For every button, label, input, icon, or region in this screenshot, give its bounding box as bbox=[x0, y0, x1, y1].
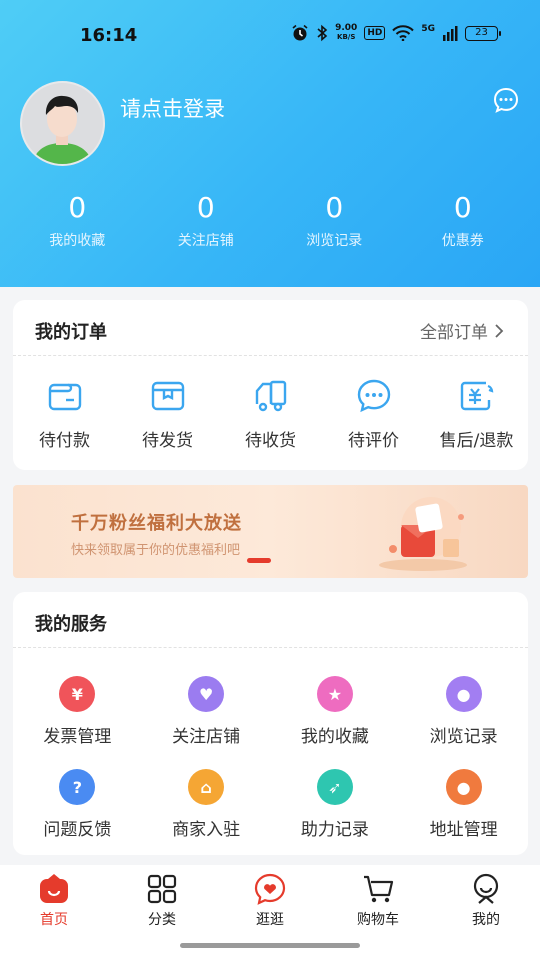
footprint-icon: ● bbox=[445, 676, 482, 712]
profile-header: 16:14 9.00 KB/S HD 5G 23 请点击登录 0 我的收藏 0 … bbox=[0, 0, 540, 287]
truck-icon bbox=[255, 380, 286, 412]
status-icons: 9.00 KB/S HD 5G 23 bbox=[291, 23, 501, 42]
heart-icon: ♥ bbox=[188, 676, 225, 712]
service-feedback[interactable]: ? 问题反馈 bbox=[13, 769, 142, 840]
grid-icon bbox=[147, 874, 177, 904]
order-pending-shipment[interactable]: 待发货 bbox=[116, 378, 219, 451]
gift-illustration bbox=[379, 497, 467, 571]
stat-history[interactable]: 0 浏览记录 bbox=[270, 190, 399, 250]
avatar[interactable] bbox=[20, 81, 105, 166]
service-invoice[interactable]: ¥ 发票管理 bbox=[13, 676, 142, 747]
wallet-icon bbox=[48, 383, 81, 411]
cart-icon bbox=[364, 875, 394, 903]
status-bar: 16:14 9.00 KB/S HD 5G 23 bbox=[0, 0, 540, 72]
login-prompt[interactable]: 请点击登录 bbox=[120, 93, 225, 123]
message-icon[interactable] bbox=[492, 86, 520, 114]
location-icon: ● bbox=[445, 769, 482, 805]
refund-icon bbox=[460, 381, 493, 411]
service-followed-shops[interactable]: ♥ 关注店铺 bbox=[142, 676, 271, 747]
chat-icon bbox=[357, 379, 390, 413]
explore-icon bbox=[254, 873, 286, 905]
service-merchant-join[interactable]: ⌂ 商家入驻 bbox=[142, 769, 271, 840]
service-favorites[interactable]: ★ 我的收藏 bbox=[271, 676, 400, 747]
invoice-icon: ¥ bbox=[59, 676, 96, 712]
divider bbox=[13, 647, 528, 648]
order-pending-review[interactable]: 待评价 bbox=[322, 378, 425, 451]
order-status-row: 待付款 待发货 待收货 待评价 售后/退款 bbox=[13, 378, 528, 451]
service-address[interactable]: ● 地址管理 bbox=[399, 769, 528, 840]
divider bbox=[13, 355, 528, 356]
home-indicator[interactable] bbox=[180, 943, 360, 948]
default-avatar-icon bbox=[32, 95, 93, 164]
promo-banner[interactable]: 千万粉丝福利大放送 快来领取属于你的优惠福利吧 bbox=[13, 485, 528, 578]
alarm-icon bbox=[292, 24, 308, 41]
shop-icon: ⌂ bbox=[188, 769, 225, 805]
wifi-icon bbox=[392, 25, 415, 41]
hd-badge: HD bbox=[364, 26, 386, 40]
stats-row: 0 我的收藏 0 关注店铺 0 浏览记录 0 优惠券 bbox=[13, 190, 527, 250]
order-pending-payment[interactable]: 待付款 bbox=[13, 378, 116, 451]
tab-profile[interactable]: 我的 bbox=[432, 865, 540, 960]
network-type: 5G bbox=[421, 24, 435, 34]
stat-followed-shops[interactable]: 0 关注店铺 bbox=[142, 190, 271, 250]
banner-page-indicator bbox=[247, 558, 271, 563]
package-icon bbox=[151, 381, 184, 411]
battery-indicator: 23 bbox=[465, 25, 501, 41]
tab-home[interactable]: 首页 bbox=[0, 865, 108, 960]
service-history[interactable]: ● 浏览记录 bbox=[399, 676, 528, 747]
network-speed: 9.00 KB/S bbox=[335, 23, 358, 42]
bluetooth-icon bbox=[317, 24, 328, 42]
signal-icon bbox=[443, 26, 458, 41]
star-icon: ★ bbox=[316, 676, 353, 712]
all-orders-link[interactable]: 全部订单 bbox=[420, 318, 504, 343]
profile-icon bbox=[473, 873, 499, 904]
banner-subtitle: 快来领取属于你的优惠福利吧 bbox=[71, 543, 241, 558]
stat-favorites[interactable]: 0 我的收藏 bbox=[13, 190, 142, 250]
service-boost-records[interactable]: ➶ 助力记录 bbox=[271, 769, 400, 840]
rocket-icon: ➶ bbox=[316, 769, 353, 805]
banner-title: 千万粉丝福利大放送 bbox=[71, 513, 242, 534]
order-pending-receipt[interactable]: 待收货 bbox=[219, 378, 322, 451]
stat-coupons[interactable]: 0 优惠券 bbox=[399, 190, 528, 250]
home-icon bbox=[40, 874, 68, 903]
chevron-right-icon bbox=[495, 323, 504, 338]
status-time: 16:14 bbox=[80, 25, 138, 46]
services-title: 我的服务 bbox=[35, 614, 107, 635]
question-icon: ? bbox=[59, 769, 96, 805]
orders-title: 我的订单 bbox=[35, 322, 107, 343]
services-grid: ¥ 发票管理 ♥ 关注店铺 ★ 我的收藏 ● 浏览记录 ? 问题反馈 ⌂ 商家入… bbox=[13, 676, 528, 840]
orders-card: 我的订单 全部订单 待付款 待发货 待收货 待评价 售后/退款 bbox=[13, 300, 528, 470]
order-after-sales[interactable]: 售后/退款 bbox=[425, 378, 528, 451]
services-card: 我的服务 ¥ 发票管理 ♥ 关注店铺 ★ 我的收藏 ● 浏览记录 ? 问题反馈 … bbox=[13, 592, 528, 855]
